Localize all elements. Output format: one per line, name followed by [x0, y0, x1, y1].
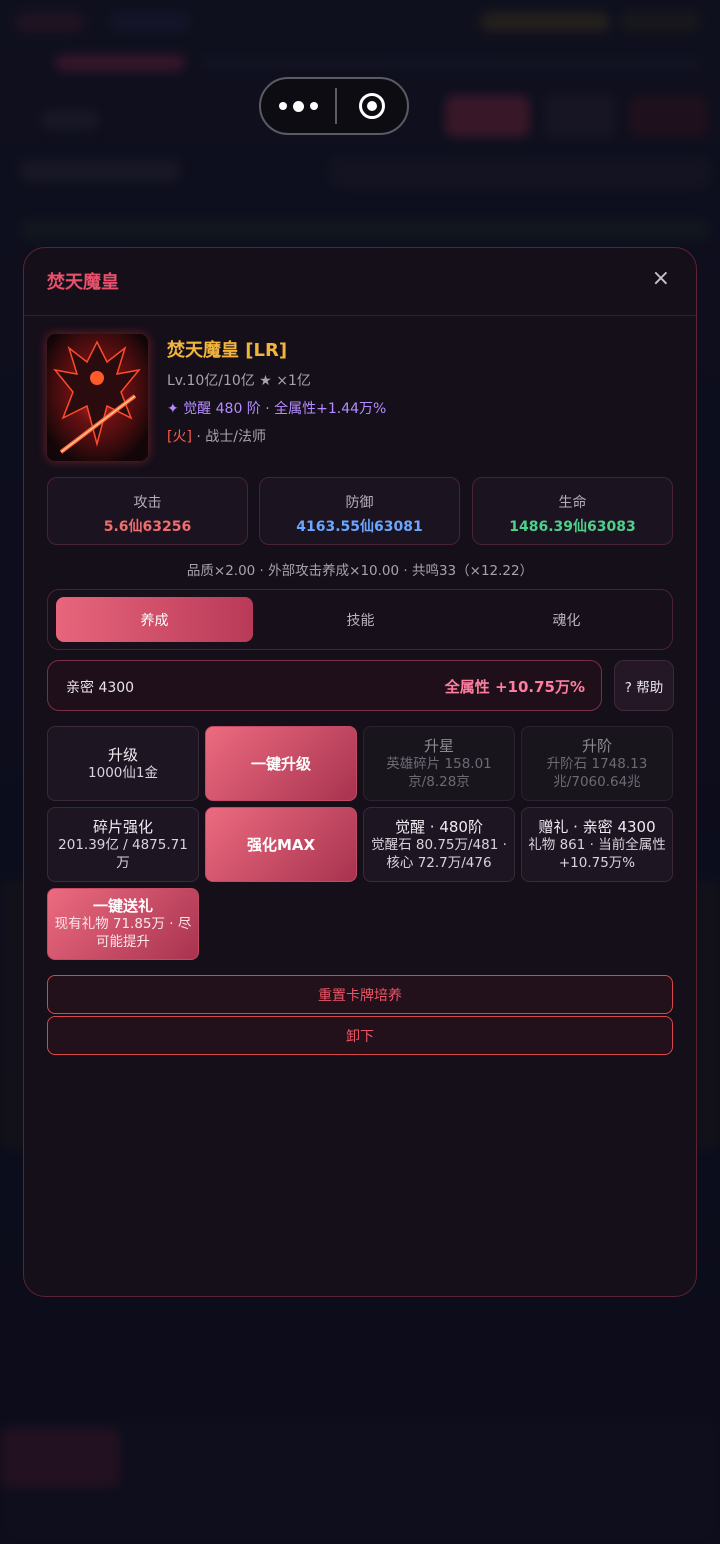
button-cost: 201.39亿 / 4875.71万: [58, 836, 188, 871]
button-title: 一键送礼: [92, 897, 153, 915]
intimacy-bar: 亲密 4300 全属性 +10.75万%: [47, 660, 602, 711]
button-cost: 觉醒石 80.75万/481 · 核心 72.7万/476: [371, 836, 507, 871]
button-cost: 英雄碎片 158.01京/8.28京: [386, 755, 492, 790]
sparkle-icon: ✦: [167, 401, 179, 417]
card-name: 焚天魔皇 [LR]: [167, 340, 288, 361]
more-menu-icon[interactable]: [261, 79, 335, 133]
button-cost: 礼物 861 · 当前全属性+10.75万%: [528, 836, 666, 871]
button-title: 觉醒 · 480阶: [395, 817, 483, 836]
card-portrait: [47, 334, 148, 461]
stat-label: 生命: [558, 495, 587, 511]
close-icon[interactable]: ×: [652, 266, 670, 291]
card-detail-modal: 焚天魔皇 × 焚天魔皇 [LR] Lv.10亿/10亿 ★ ×1亿 ✦ 觉醒 4…: [23, 247, 697, 1297]
tab-soulify[interactable]: 魂化: [468, 597, 665, 642]
rank-up-button[interactable]: 升阶 升阶石 1748.13兆/7060.64兆: [521, 726, 673, 801]
stat-hp: 生命 1486.39仙63083: [472, 477, 673, 545]
card-level: Lv.10亿/10亿 ★ ×1亿: [167, 373, 311, 389]
reset-cultivation-button[interactable]: 重置卡牌培养: [47, 975, 673, 1014]
element-tag: [火]: [167, 429, 192, 445]
intimacy-label: 亲密 4300: [66, 680, 135, 696]
button-title: 升级: [107, 745, 138, 764]
one-click-upgrade-button[interactable]: 一键升级: [205, 726, 357, 801]
role-text: · 战士/法师: [196, 429, 267, 445]
shard-enhance-button[interactable]: 碎片强化 201.39亿 / 4875.71万: [47, 807, 199, 882]
button-title: 升星: [423, 736, 454, 755]
button-title: 一键升级: [250, 754, 311, 773]
intimacy-bonus: 全属性 +10.75万%: [444, 678, 585, 696]
button-desc: 现有礼物 71.85万 · 尽可能提升: [54, 916, 192, 950]
awaken-info: ✦ 觉醒 480 阶 · 全属性+1.44万%: [167, 398, 386, 418]
stat-attack: 攻击 5.6仙63256: [47, 477, 248, 545]
tab-bar: 养成 技能 魂化: [47, 589, 673, 650]
awaken-text: 觉醒 480 阶 · 全属性+1.44万%: [183, 401, 387, 417]
multiplier-summary: 品质×2.00 · 外部攻击养成×10.00 · 共鸣33（×12.22）: [186, 563, 534, 579]
button-cost: 升阶石 1748.13兆/7060.64兆: [546, 755, 648, 790]
modal-header: 焚天魔皇 ×: [24, 248, 696, 316]
close-miniprogram-icon[interactable]: [337, 93, 407, 119]
card-info: 焚天魔皇 [LR] Lv.10亿/10亿 ★ ×1亿 ✦ 觉醒 480 阶 · …: [167, 336, 386, 446]
stat-value: 4163.55仙63081: [296, 519, 423, 535]
gift-button[interactable]: 赠礼 · 亲密 4300 礼物 861 · 当前全属性+10.75万%: [521, 807, 673, 882]
miniprogram-capsule: [259, 77, 409, 135]
button-title: 强化MAX: [246, 835, 316, 854]
star-up-button[interactable]: 升星 英雄碎片 158.01京/8.28京: [363, 726, 515, 801]
unequip-button[interactable]: 卸下: [47, 1016, 673, 1055]
awaken-button[interactable]: 觉醒 · 480阶 觉醒石 80.75万/481 · 核心 72.7万/476: [363, 807, 515, 882]
upgrade-button[interactable]: 升级 1000仙1金: [47, 726, 199, 801]
tab-skills[interactable]: 技能: [262, 597, 459, 642]
button-title: 升阶: [581, 736, 612, 755]
button-title: 赠礼 · 亲密 4300: [538, 817, 656, 836]
stat-value: 1486.39仙63083: [509, 519, 636, 535]
stat-value: 5.6仙63256: [103, 519, 192, 535]
one-click-gift-button[interactable]: 一键送礼 现有礼物 71.85万 · 尽可能提升: [47, 888, 199, 960]
enhance-max-button[interactable]: 强化MAX: [205, 807, 357, 882]
button-cost: 1000仙1金: [88, 764, 158, 781]
modal-title: 焚天魔皇: [47, 272, 119, 293]
tab-cultivate[interactable]: 养成: [56, 597, 253, 642]
stat-defense: 防御 4163.55仙63081: [259, 477, 460, 545]
help-button[interactable]: ? 帮助: [614, 660, 674, 711]
stat-label: 攻击: [133, 495, 162, 511]
button-title: 碎片强化: [92, 817, 153, 836]
stat-label: 防御: [345, 495, 374, 511]
card-class: [火] · 战士/法师: [167, 426, 386, 446]
